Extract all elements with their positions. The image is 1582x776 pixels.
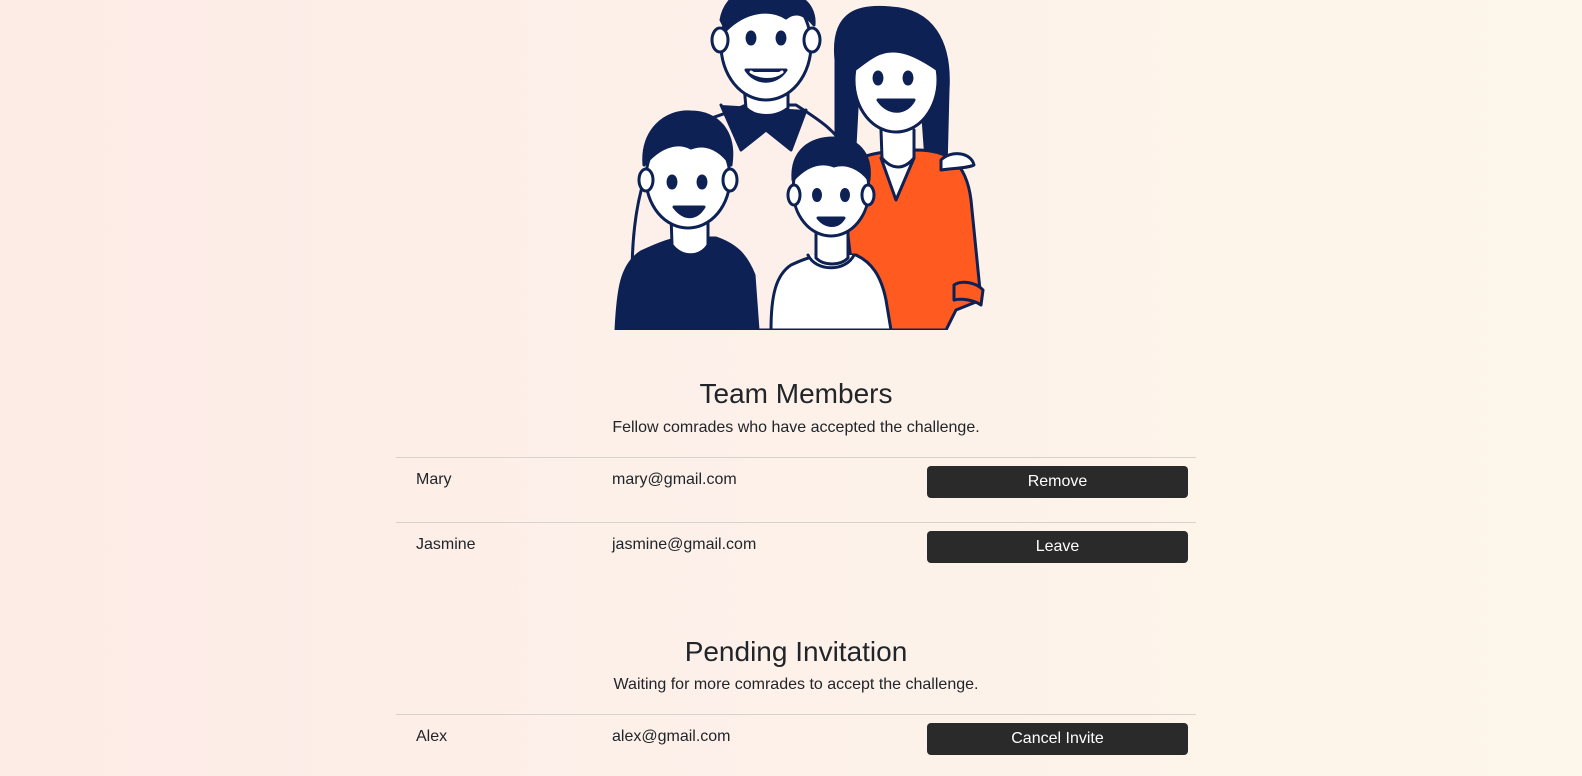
team-members-section: Team Members Fellow comrades who have ac… xyxy=(396,377,1196,587)
cancel-invite-button[interactable]: Cancel Invite xyxy=(927,723,1188,755)
team-members-subtitle: Fellow comrades who have accepted the ch… xyxy=(612,419,980,436)
member-email: jasmine@gmail.com xyxy=(612,536,757,553)
member-name: Jasmine xyxy=(416,536,476,553)
pending-invitation-table: Alex alex@gmail.com Cancel Invite xyxy=(396,714,1196,776)
remove-button[interactable]: Remove xyxy=(927,466,1188,498)
pending-invitation-title: Pending Invitation xyxy=(684,636,908,667)
invitee-email: alex@gmail.com xyxy=(612,728,731,745)
table-row: Alex alex@gmail.com Cancel Invite xyxy=(396,714,1196,776)
table-row: Jasmine jasmine@gmail.com Leave xyxy=(396,522,1196,587)
pending-invitation-section: Pending Invitation Waiting for more comr… xyxy=(396,635,1196,776)
table-row: Mary mary@gmail.com Remove xyxy=(396,457,1196,522)
member-email: mary@gmail.com xyxy=(612,471,737,488)
family-illustration xyxy=(596,0,996,332)
invitee-name: Alex xyxy=(416,728,448,745)
leave-button[interactable]: Leave xyxy=(927,531,1188,563)
pending-invitation-subtitle: Waiting for more comrades to accept the … xyxy=(613,676,979,693)
team-members-table: Mary mary@gmail.com Remove Jasmine jasmi… xyxy=(396,457,1196,587)
member-name: Mary xyxy=(416,471,452,488)
team-members-title: Team Members xyxy=(699,378,893,409)
